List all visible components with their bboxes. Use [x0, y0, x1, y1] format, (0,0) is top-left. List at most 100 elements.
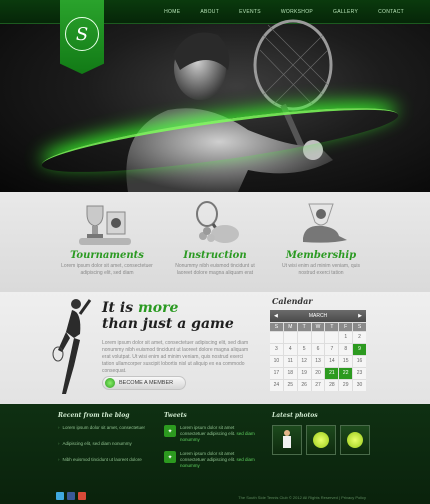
calendar-day[interactable]: 19 — [297, 368, 311, 379]
logo-letter: S — [65, 17, 99, 51]
blog-link[interactable]: Nibh euismod tincidunt ut laoreet dolore — [58, 457, 158, 462]
headline-accent: more — [137, 300, 179, 316]
calendar-day[interactable]: 11 — [283, 356, 297, 367]
tennis-ball-icon — [347, 432, 363, 448]
tweet-text: Lorem ipsum dolor sit amet consectetuer … — [180, 451, 260, 469]
nav-item-contact[interactable]: CONTACT — [368, 0, 414, 24]
calendar-weekday: T — [325, 323, 339, 331]
facebook-icon[interactable] — [67, 492, 75, 500]
calendar-day[interactable]: 29 — [339, 380, 353, 391]
tweet: ✦ Lorem ipsum dolor sit amet consectetuer… — [164, 451, 264, 469]
calendar-day[interactable]: 15 — [339, 356, 353, 367]
calendar-weekday: S — [353, 323, 366, 331]
copyright-text: The South Side Tennis Club © 2012 All Ri… — [238, 495, 366, 500]
calendar-day[interactable]: 18 — [283, 368, 297, 379]
gallery-photo-player[interactable] — [272, 425, 302, 455]
features-section: Tournaments Lorem ipsum dolor sit amet, … — [0, 192, 430, 292]
calendar-day[interactable]: 22 — [339, 368, 353, 379]
calendar-weekday: F — [339, 323, 353, 331]
feature-title: Membership — [285, 250, 357, 261]
main-content: It is more than just a game Lorem ipsum … — [0, 292, 430, 404]
calendar-empty — [311, 332, 325, 343]
calendar-grid: S M T W T F S 1 2 3 4 5 6 7 8 9 10 11 12 13 14 15 16 17 18 19 20 21… — [270, 322, 366, 391]
bird-icon: ✦ — [164, 425, 176, 437]
headline-line2: than just a game — [102, 316, 234, 332]
gallery-photo-ball[interactable] — [306, 425, 336, 455]
photo-gallery — [272, 425, 372, 455]
calendar-day[interactable]: 8 — [339, 344, 353, 355]
blog-title: Recent from the blog — [58, 412, 130, 419]
calendar-day[interactable]: 4 — [283, 344, 297, 355]
tennis-equipment-icon — [160, 198, 270, 246]
club-logo[interactable]: S — [60, 0, 104, 74]
tweet-body: Lorem ipsum dolor sit amet consectetuer … — [180, 425, 236, 436]
prev-month-icon[interactable]: ◀ — [274, 313, 278, 319]
footer: Recent from the blog Lorem ipsum dolor s… — [0, 404, 430, 504]
calendar-day[interactable]: 6 — [311, 344, 325, 355]
calendar-day[interactable]: 24 — [270, 380, 283, 391]
twitter-icon[interactable] — [56, 492, 64, 500]
calendar-day[interactable]: 12 — [297, 356, 311, 367]
tweet-text: Lorem ipsum dolor sit amet consectetuer … — [180, 425, 260, 443]
calendar-day[interactable]: 21 — [325, 368, 339, 379]
feature-text: Nonummy nibh euismod tincidunt ut laoree… — [175, 263, 255, 276]
calendar-title: Calendar — [272, 296, 313, 306]
feature-title: Tournaments — [70, 250, 144, 261]
calendar-day[interactable]: 20 — [311, 368, 325, 379]
calendar-empty — [325, 332, 339, 343]
calendar-day[interactable]: 30 — [353, 380, 366, 391]
trophy-icon — [52, 198, 162, 246]
feature-instruction[interactable]: Instruction Nonummy nibh euismod tincidu… — [160, 198, 270, 277]
cap-and-glass-icon — [266, 198, 376, 246]
calendar-empty — [297, 332, 311, 343]
calendar-day[interactable]: 5 — [297, 344, 311, 355]
tennis-ball-icon — [313, 432, 329, 448]
calendar-header: ◀ MARCH ▶ — [270, 310, 366, 322]
calendar-empty — [283, 332, 297, 343]
calendar-day[interactable]: 14 — [325, 356, 339, 367]
blog-link[interactable]: Adipiscing elit, sed diam nonummy — [58, 441, 158, 446]
calendar-day[interactable]: 23 — [353, 368, 366, 379]
tweets-column: Tweets ✦ Lorem ipsum dolor sit amet conse… — [164, 412, 264, 477]
calendar-day[interactable]: 9 — [353, 344, 366, 355]
feature-text: Ut wisi enim ad minim veniam, quis nostr… — [281, 263, 361, 276]
tweet: ✦ Lorem ipsum dolor sit amet consectetuer… — [164, 425, 264, 443]
page-headline: It is more than just a game — [102, 300, 234, 332]
calendar-widget: ◀ MARCH ▶ S M T W T F S 1 2 3 4 5 6 7 8 9 10 11 12 13 14 15 16… — [270, 310, 366, 391]
feature-title: Instruction — [183, 250, 247, 261]
player-silhouette — [52, 299, 92, 394]
calendar-day[interactable]: 7 — [325, 344, 339, 355]
calendar-day[interactable]: 3 — [270, 344, 283, 355]
calendar-day[interactable]: 17 — [270, 368, 283, 379]
tweet-body: Lorem ipsum dolor sit amet consectetuer … — [180, 451, 236, 462]
button-bullet-icon — [105, 378, 115, 388]
google-plus-icon[interactable] — [78, 492, 86, 500]
blog-column: Recent from the blog Lorem ipsum dolor s… — [58, 412, 158, 473]
photos-column: Latest photos — [272, 412, 372, 455]
intro-paragraph: Lorem ipsum dolor sit amet, consectetuer… — [102, 340, 249, 374]
calendar-day[interactable]: 25 — [283, 380, 297, 391]
calendar-day[interactable]: 27 — [311, 380, 325, 391]
calendar-day[interactable]: 1 — [339, 332, 353, 343]
calendar-weekday: W — [311, 323, 325, 331]
calendar-day[interactable]: 2 — [353, 332, 366, 343]
calendar-month: MARCH — [308, 313, 328, 319]
calendar-weekday: M — [283, 323, 297, 331]
calendar-day[interactable]: 16 — [353, 356, 366, 367]
bird-icon: ✦ — [164, 451, 176, 463]
next-month-icon[interactable]: ▶ — [358, 313, 362, 319]
calendar-day[interactable]: 28 — [325, 380, 339, 391]
calendar-weekday: T — [297, 323, 311, 331]
feature-membership[interactable]: Membership Ut wisi enim ad minim veniam,… — [266, 198, 376, 277]
headline-part: It is — [102, 300, 138, 316]
feature-text: Lorem ipsum dolor sit amet, consectetuer… — [61, 263, 153, 276]
calendar-day[interactable]: 10 — [270, 356, 283, 367]
blog-link[interactable]: Lorem ipsum dolor sit amet, consectetuer — [58, 425, 158, 430]
become-member-button[interactable]: BECOME A MEMBER — [102, 376, 186, 390]
calendar-day[interactable]: 26 — [297, 380, 311, 391]
tweets-title: Tweets — [164, 412, 187, 419]
feature-tournaments[interactable]: Tournaments Lorem ipsum dolor sit amet, … — [52, 198, 162, 277]
gallery-photo-racket[interactable] — [340, 425, 370, 455]
calendar-day[interactable]: 13 — [311, 356, 325, 367]
calendar-empty — [270, 332, 283, 343]
